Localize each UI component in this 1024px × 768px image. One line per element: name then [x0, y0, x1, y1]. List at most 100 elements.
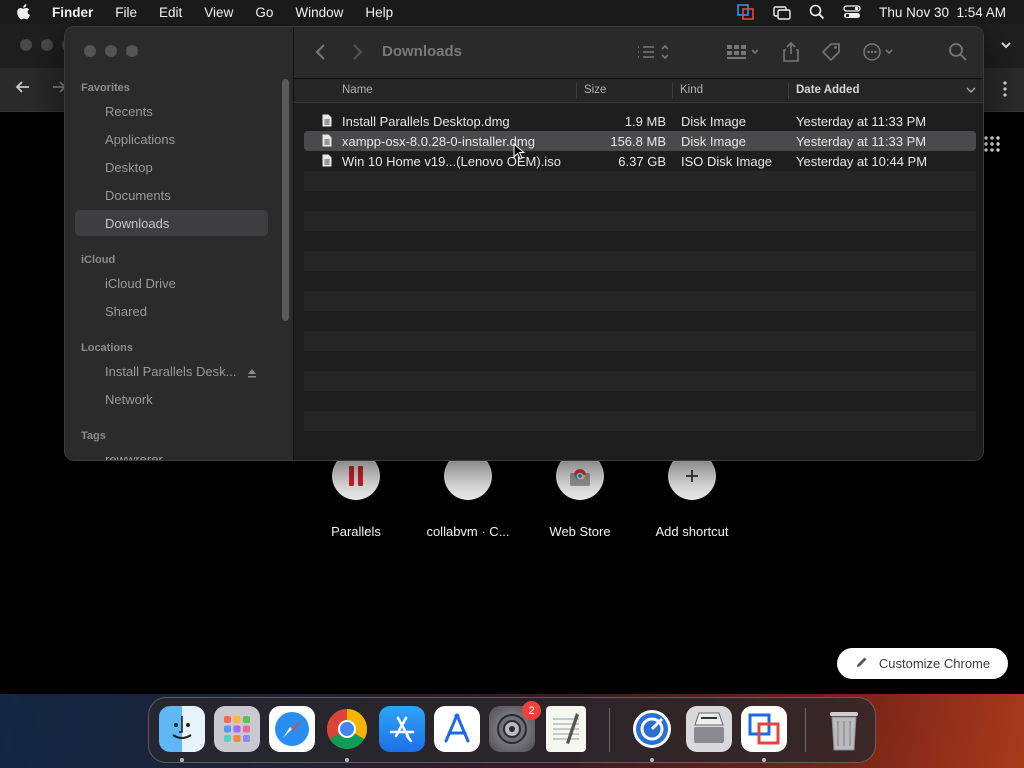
menu-app-name[interactable]: Finder — [52, 5, 93, 20]
file-row-selected[interactable]: xampp-osx-8.0.28-0-installer.dmg 156.8 M… — [304, 131, 976, 151]
sidebar-scrollbar[interactable] — [282, 79, 289, 321]
eject-icon[interactable] — [247, 365, 257, 383]
file-size: 156.8 MB — [610, 134, 666, 149]
sidebar-item-icloud-drive[interactable]: iCloud Drive — [105, 276, 176, 291]
shortcut-collabvm[interactable]: collabvm · C... — [412, 452, 524, 539]
chrome-icon[interactable] — [324, 706, 370, 752]
column-kind[interactable]: Kind — [680, 84, 703, 96]
sidebar-section-favorites: Favorites — [81, 82, 130, 94]
file-row[interactable]: Install Parallels Desktop.dmg 1.9 MB Dis… — [304, 111, 976, 131]
sidebar-item-downloads[interactable]: Downloads — [105, 216, 169, 231]
launchpad-icon[interactable] — [214, 706, 260, 752]
app-store-icon[interactable] — [379, 706, 425, 752]
tag-icon[interactable] — [820, 41, 842, 68]
file-size: 6.37 GB — [618, 154, 666, 169]
sidebar-item-tag[interactable]: rewwrerer — [105, 452, 163, 460]
empty-row — [304, 231, 976, 251]
sidebar-item-applications[interactable]: Applications — [105, 132, 175, 147]
file-list: Install Parallels Desktop.dmg 1.9 MB Dis… — [304, 111, 976, 431]
spotlight-search-icon[interactable] — [809, 4, 825, 20]
file-size: 1.9 MB — [624, 114, 666, 129]
customize-chrome-button[interactable]: Customize Chrome — [837, 648, 1008, 679]
menu-bar: Finder File Edit View Go Window Help Thu… — [0, 0, 1024, 24]
control-center-icon[interactable] — [843, 4, 861, 20]
back-arrow-icon[interactable] — [14, 78, 32, 101]
google-apps-icon[interactable] — [984, 136, 1000, 157]
sort-chevron-icon[interactable] — [966, 83, 976, 100]
finder-sidebar: Favorites Recents Applications Desktop D… — [65, 27, 293, 460]
sidebar-item-install-parallels[interactable]: Install Parallels Desk... — [105, 364, 237, 379]
empty-row — [304, 171, 976, 191]
menu-help[interactable]: Help — [365, 5, 393, 20]
menu-view[interactable]: View — [204, 5, 233, 20]
textedit-icon[interactable] — [546, 706, 586, 752]
empty-row — [304, 311, 976, 331]
folder-title: Downloads — [382, 43, 463, 60]
finder-icon[interactable] — [159, 706, 205, 752]
parallels-installer-icon[interactable] — [741, 706, 787, 752]
system-settings-icon[interactable]: 2 — [489, 701, 541, 752]
parallels-desktop-icon[interactable] — [686, 706, 732, 752]
shortcut-add[interactable]: Add shortcut — [636, 452, 748, 539]
finder-traffic-lights[interactable] — [84, 45, 138, 57]
column-name[interactable]: Name — [342, 84, 373, 96]
file-name: Install Parallels Desktop.dmg — [342, 114, 510, 129]
shortcut-label: collabvm · C... — [426, 524, 510, 539]
shortcut-parallels[interactable]: Parallels — [300, 452, 412, 539]
file-kind: Disk Image — [681, 134, 747, 149]
chevron-down-icon[interactable] — [1000, 37, 1012, 55]
empty-row — [304, 371, 976, 391]
empty-row — [304, 291, 976, 311]
list-view-icon[interactable] — [636, 41, 672, 68]
shortcut-web-store[interactable]: Web Store — [524, 452, 636, 539]
more-actions-icon[interactable] — [862, 41, 898, 68]
empty-row — [304, 251, 976, 271]
back-chevron-icon[interactable] — [314, 41, 328, 68]
file-kind: ISO Disk Image — [681, 154, 773, 169]
empty-row — [304, 191, 976, 211]
parallels-status-icon[interactable] — [737, 4, 755, 20]
more-menu-icon[interactable] — [1002, 80, 1008, 103]
document-icon — [322, 114, 332, 130]
sidebar-item-recents[interactable]: Recents — [105, 104, 153, 119]
forward-chevron-icon[interactable] — [350, 41, 364, 68]
menu-go[interactable]: Go — [255, 5, 273, 20]
empty-row — [304, 211, 976, 231]
document-icon — [322, 154, 332, 170]
xcode-icon[interactable] — [434, 706, 480, 752]
file-row[interactable]: Win 10 Home v19...(Lenovo OEM).iso 6.37 … — [304, 151, 976, 171]
shortcut-label: Add shortcut — [655, 524, 729, 539]
customize-chrome-label: Customize Chrome — [878, 656, 991, 671]
sidebar-selection-highlight — [75, 210, 268, 236]
sidebar-item-shared[interactable]: Shared — [105, 304, 147, 319]
column-date-added[interactable]: Date Added — [796, 84, 859, 96]
sidebar-item-documents[interactable]: Documents — [105, 188, 171, 203]
menu-file[interactable]: File — [115, 5, 137, 20]
empty-row — [304, 331, 976, 351]
empty-row — [304, 411, 976, 431]
sidebar-item-desktop[interactable]: Desktop — [105, 160, 153, 175]
file-name: Win 10 Home v19...(Lenovo OEM).iso — [342, 154, 561, 169]
apple-icon[interactable] — [16, 3, 38, 21]
shortcut-label: Web Store — [549, 524, 611, 539]
menu-edit[interactable]: Edit — [159, 5, 182, 20]
trash-icon[interactable] — [821, 706, 867, 752]
sidebar-section-icloud: iCloud — [81, 254, 116, 266]
clock[interactable]: Thu Nov 30 1:54 AM — [879, 5, 1006, 20]
chrome-shortcuts: Parallels collabvm · C... Web Store Add … — [300, 452, 748, 539]
finder-toolbar: Downloads — [294, 27, 983, 79]
safari-icon[interactable] — [269, 706, 315, 752]
shortcut-label: Parallels — [331, 524, 381, 539]
file-date-added: Yesterday at 11:33 PM — [796, 114, 927, 129]
sidebar-item-network[interactable]: Network — [105, 392, 153, 407]
finder-main: Downloads Name Size Kind Date Added Inst… — [293, 27, 983, 460]
column-size[interactable]: Size — [584, 84, 606, 96]
empty-row — [304, 271, 976, 291]
safari-download-icon[interactable] — [629, 706, 675, 752]
group-view-icon[interactable] — [726, 41, 762, 68]
search-icon[interactable] — [948, 41, 968, 68]
menu-window[interactable]: Window — [295, 5, 343, 20]
screen-mirroring-icon[interactable] — [773, 4, 791, 20]
document-icon — [322, 134, 332, 150]
share-icon[interactable] — [782, 41, 800, 68]
